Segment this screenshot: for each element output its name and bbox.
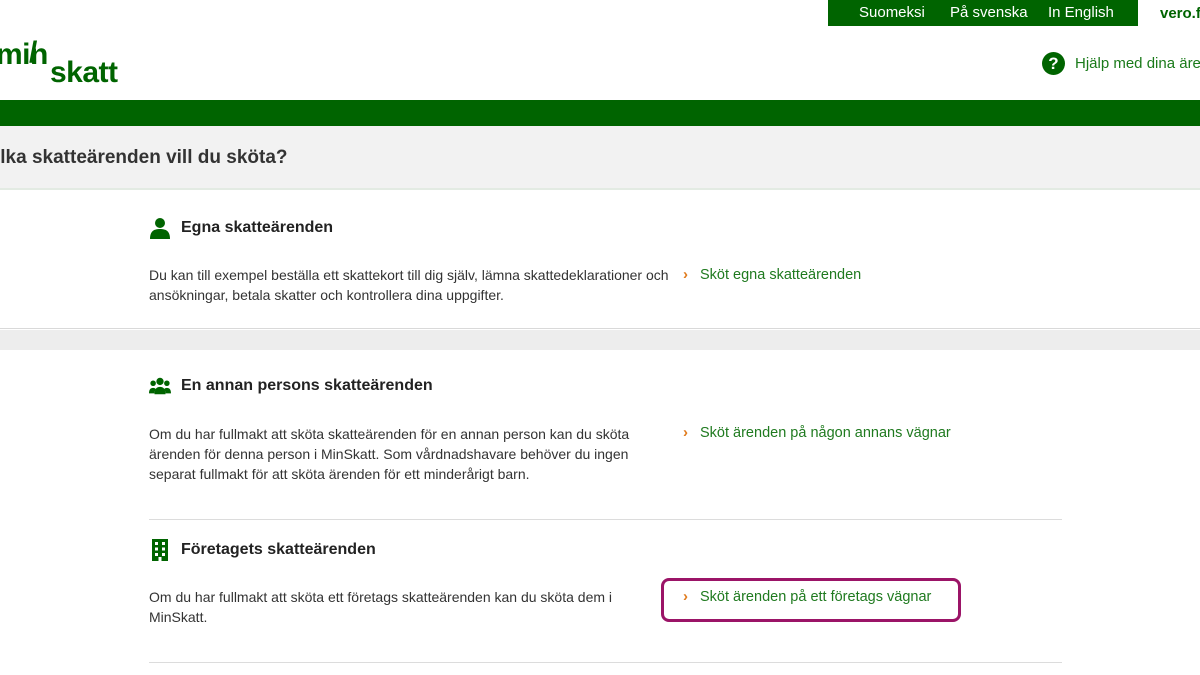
company-heading: Företagets skatteärenden — [149, 539, 376, 561]
question-band: ilka skatteärenden vill du sköta? — [0, 126, 1200, 190]
help-link[interactable]: ? Hjälp med dina ären — [1042, 52, 1200, 75]
other-person-action-link[interactable]: › Sköt ärenden på någon annans vägnar — [683, 424, 951, 441]
other-person-action-label: Sköt ärenden på någon annans vägnar — [700, 424, 951, 441]
logo-slash: / — [29, 36, 37, 69]
own-taxes-section — [0, 192, 1200, 329]
person-icon — [150, 218, 170, 239]
company-title: Företagets skatteärenden — [181, 541, 376, 558]
language-link-english[interactable]: In English — [1048, 4, 1114, 21]
section-separator — [0, 330, 1200, 350]
people-icon — [149, 377, 171, 395]
section-divider — [149, 519, 1062, 520]
own-taxes-description: Du kan till exempel beställa ett skattek… — [149, 267, 669, 303]
minskatt-logo[interactable]: min / skatt — [0, 36, 136, 89]
language-link-finnish[interactable]: Suomeksi — [859, 4, 925, 21]
help-label: Hjälp med dina ären — [1075, 55, 1200, 72]
logo-text-skatt: skatt — [50, 56, 118, 89]
company-description: Om du har fullmakt att sköta ett företag… — [149, 589, 613, 625]
building-icon — [152, 539, 168, 561]
highlight-box — [661, 578, 961, 622]
page: Suomeksi På svenska In English vero.fi m… — [0, 0, 1200, 675]
chevron-right-icon: › — [683, 424, 688, 441]
own-taxes-action-label: Sköt egna skatteärenden — [700, 266, 862, 283]
other-person-title: En annan persons skatteärenden — [181, 377, 433, 394]
main-nav-band — [0, 100, 1200, 126]
language-bar: Suomeksi På svenska In English — [828, 0, 1138, 26]
chevron-right-icon: › — [683, 266, 688, 283]
logo-text-min: min — [0, 38, 48, 71]
own-taxes-heading: Egna skatteärenden — [149, 217, 333, 239]
other-person-description: Om du har fullmakt att sköta skatteärend… — [149, 426, 630, 482]
page-title: ilka skatteärenden vill du sköta? — [0, 147, 288, 168]
language-link-swedish[interactable]: På svenska — [950, 4, 1028, 21]
section-divider — [149, 662, 1062, 663]
own-taxes-action-link[interactable]: › Sköt egna skatteärenden — [683, 266, 861, 283]
own-taxes-title: Egna skatteärenden — [181, 219, 334, 236]
vero-site-link[interactable]: vero.fi — [1160, 5, 1200, 22]
help-question-icon: ? — [1042, 52, 1065, 75]
other-person-heading: En annan persons skatteärenden — [149, 375, 433, 397]
